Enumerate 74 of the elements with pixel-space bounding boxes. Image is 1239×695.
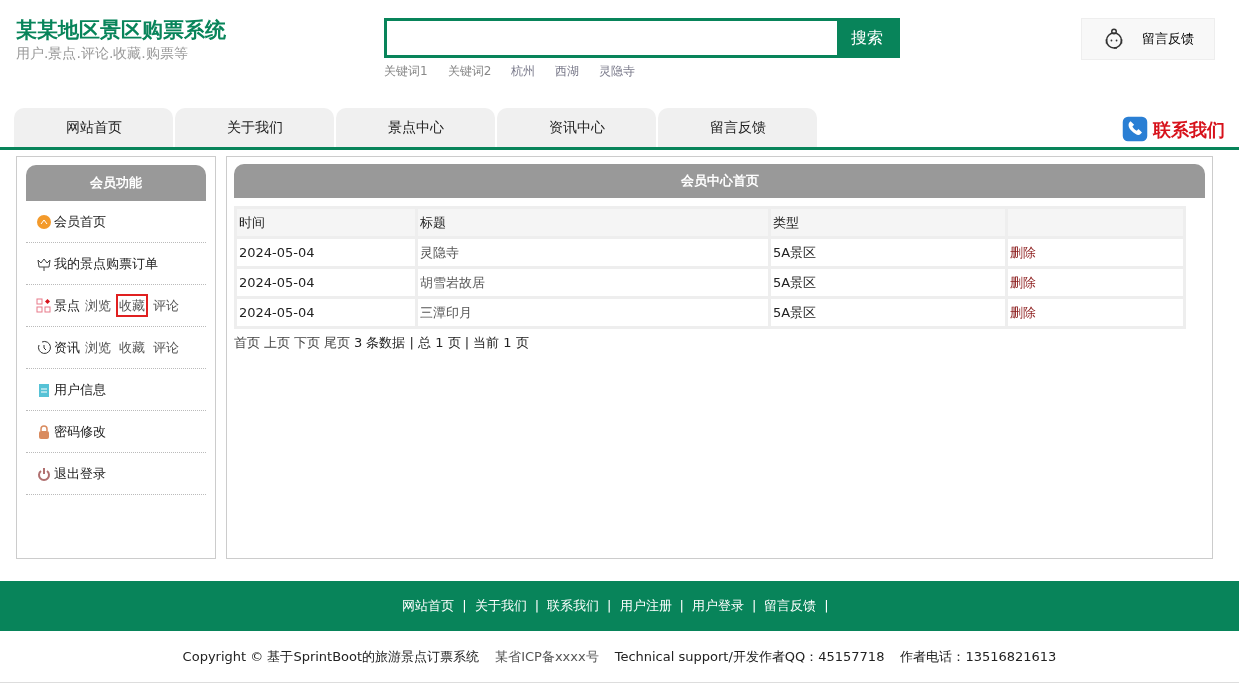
sidebar-link[interactable]: 浏览 (82, 293, 114, 318)
support-text: Technical support/开发作者QQ：45157718 (614, 647, 885, 666)
keyword-link[interactable]: 关键词1 (384, 62, 428, 80)
keyword-link[interactable]: 西湖 (555, 62, 580, 80)
footer-link[interactable]: 联系我们 (547, 596, 600, 616)
pagination-link[interactable]: 首页 (234, 333, 260, 353)
icp-text: 某省ICP备xxxx号 (495, 647, 599, 666)
feedback-button[interactable]: 留言反馈 (1081, 18, 1215, 60)
site-subtitle: 用户.景点.评论.收藏.购票等 (16, 44, 189, 64)
sidebar-heading: 会员功能 (26, 165, 206, 201)
sidebar-link[interactable]: 密码修改 (54, 421, 106, 442)
pagination-summary: 3 条数据 | 总 1 页 | 当前 1 页 (354, 334, 529, 352)
search-button[interactable]: 搜索 (837, 21, 897, 55)
delete-link[interactable]: 删除 (1010, 274, 1036, 290)
sidebar-link[interactable]: 评论 (150, 335, 182, 360)
table-cell: 灵隐寺 (418, 239, 768, 266)
footer-link[interactable]: 用户登录 (691, 596, 744, 616)
table-cell: 5A景区 (771, 269, 1005, 296)
lock-icon (36, 423, 52, 440)
column-header: 类型 (771, 209, 1005, 236)
nav-tab[interactable]: 关于我们 (175, 108, 334, 147)
sidebar-link[interactable]: 评论 (150, 293, 182, 318)
footer-link[interactable]: 留言反馈 (764, 596, 817, 616)
sidebar-link[interactable]: 我的景点购票订单 (54, 253, 158, 274)
table-cell: 5A景区 (771, 239, 1005, 266)
copyright-text: Copyright © 基于SprintBoot的旅游景点订票系统 (182, 647, 480, 666)
keyword-link[interactable]: 灵隐寺 (599, 62, 636, 80)
phone-icon (1121, 115, 1149, 143)
sidebar-group-label: 资讯 (54, 338, 80, 357)
table-cell: 2024-05-04 (237, 239, 415, 266)
separator: | (462, 597, 467, 616)
column-header: 标题 (418, 209, 768, 236)
main-heading: 会员中心首页 (234, 164, 1205, 198)
pagination-link[interactable]: 上页 (264, 333, 290, 353)
keyword-link[interactable]: 关键词2 (447, 62, 492, 80)
phone-text: 作者电话：13516821613 (900, 647, 1057, 666)
search-field[interactable]: 搜索 (384, 18, 900, 58)
separator: | (607, 597, 612, 616)
power-icon (36, 465, 52, 482)
sidebar-link[interactable]: 收藏 (116, 293, 148, 318)
site-title: 某某地区景区购票系统 (16, 18, 227, 44)
home-icon (36, 213, 52, 230)
table-cell: 2024-05-04 (237, 299, 415, 326)
sidebar-group-label: 景点 (54, 296, 80, 315)
separator: | (679, 597, 684, 616)
nav-tab[interactable]: 网站首页 (14, 108, 173, 147)
sidebar-link[interactable]: 浏览 (82, 335, 114, 360)
delete-link[interactable]: 删除 (1010, 304, 1036, 320)
sidebar-link[interactable]: 会员首页 (54, 211, 106, 232)
contact-link[interactable]: 联系我们 (1121, 115, 1225, 143)
table-cell: 三潭印月 (418, 299, 768, 326)
footer-link[interactable]: 关于我们 (474, 596, 527, 616)
pagination-link[interactable]: 尾页 (324, 333, 350, 353)
sidebar-link[interactable]: 收藏 (116, 335, 148, 360)
delete-link[interactable]: 删除 (1010, 244, 1036, 260)
separator: | (751, 597, 757, 616)
sidebar-link[interactable]: 退出登录 (54, 463, 106, 484)
column-header: 时间 (237, 209, 415, 236)
table-cell: 2024-05-04 (237, 269, 415, 296)
nav-tab[interactable]: 留言反馈 (658, 108, 817, 147)
clock-icon (36, 339, 52, 356)
sidebar-link[interactable]: 用户信息 (54, 379, 106, 400)
nav-tab[interactable]: 景点中心 (336, 108, 495, 147)
separator: | (534, 597, 540, 616)
clipboard-icon (36, 381, 52, 398)
grid-icon (36, 297, 52, 314)
footer-link[interactable]: 网站首页 (402, 596, 455, 616)
table-cell: 5A景区 (771, 299, 1005, 326)
keyword-link[interactable]: 杭州 (511, 62, 536, 80)
separator: | (824, 597, 829, 616)
footer-link[interactable]: 用户注册 (619, 596, 672, 616)
table-cell: 胡雪岩故居 (418, 269, 768, 296)
pagination-link[interactable]: 下页 (294, 333, 320, 353)
nav-tab[interactable]: 资讯中心 (497, 108, 656, 147)
